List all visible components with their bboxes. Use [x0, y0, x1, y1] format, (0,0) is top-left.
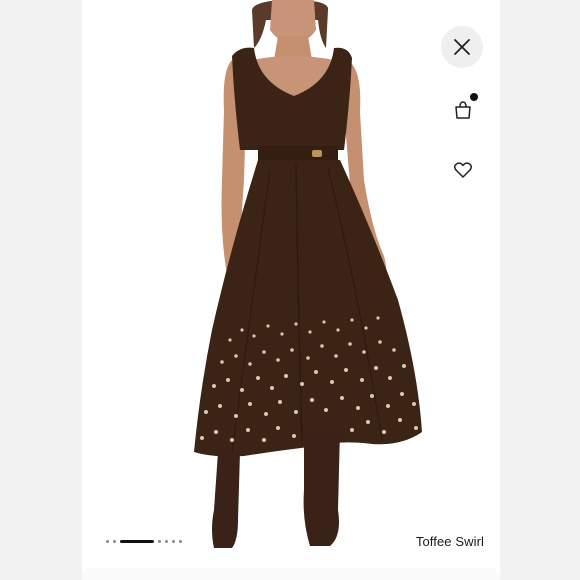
left-backdrop — [0, 0, 82, 580]
carousel-dot[interactable] — [179, 539, 182, 543]
wishlist-button[interactable] — [449, 156, 477, 184]
carousel-dot[interactable] — [106, 539, 109, 543]
image-carousel-indicator[interactable] — [106, 538, 182, 544]
bottom-sheet-edge[interactable] — [82, 568, 500, 580]
product-photo — [194, 0, 422, 548]
product-image-stage[interactable] — [82, 0, 500, 580]
shopping-bag-icon — [455, 101, 471, 119]
carousel-dot[interactable] — [158, 539, 161, 543]
right-backdrop — [500, 0, 580, 580]
carousel-dot[interactable] — [165, 539, 168, 543]
close-icon — [454, 39, 470, 55]
carousel-dot[interactable] — [113, 539, 116, 543]
carousel-dot[interactable] — [172, 539, 175, 543]
dress-waistband — [258, 146, 338, 162]
left-boot — [212, 452, 240, 548]
carousel-dot-active[interactable] — [120, 539, 154, 543]
color-name-label: Toffee Swirl — [415, 534, 484, 549]
bag-notification-dot — [470, 93, 478, 101]
right-boot — [303, 430, 340, 546]
close-button[interactable] — [441, 26, 483, 68]
heart-icon — [454, 162, 472, 178]
waistband-buckle — [312, 150, 322, 157]
